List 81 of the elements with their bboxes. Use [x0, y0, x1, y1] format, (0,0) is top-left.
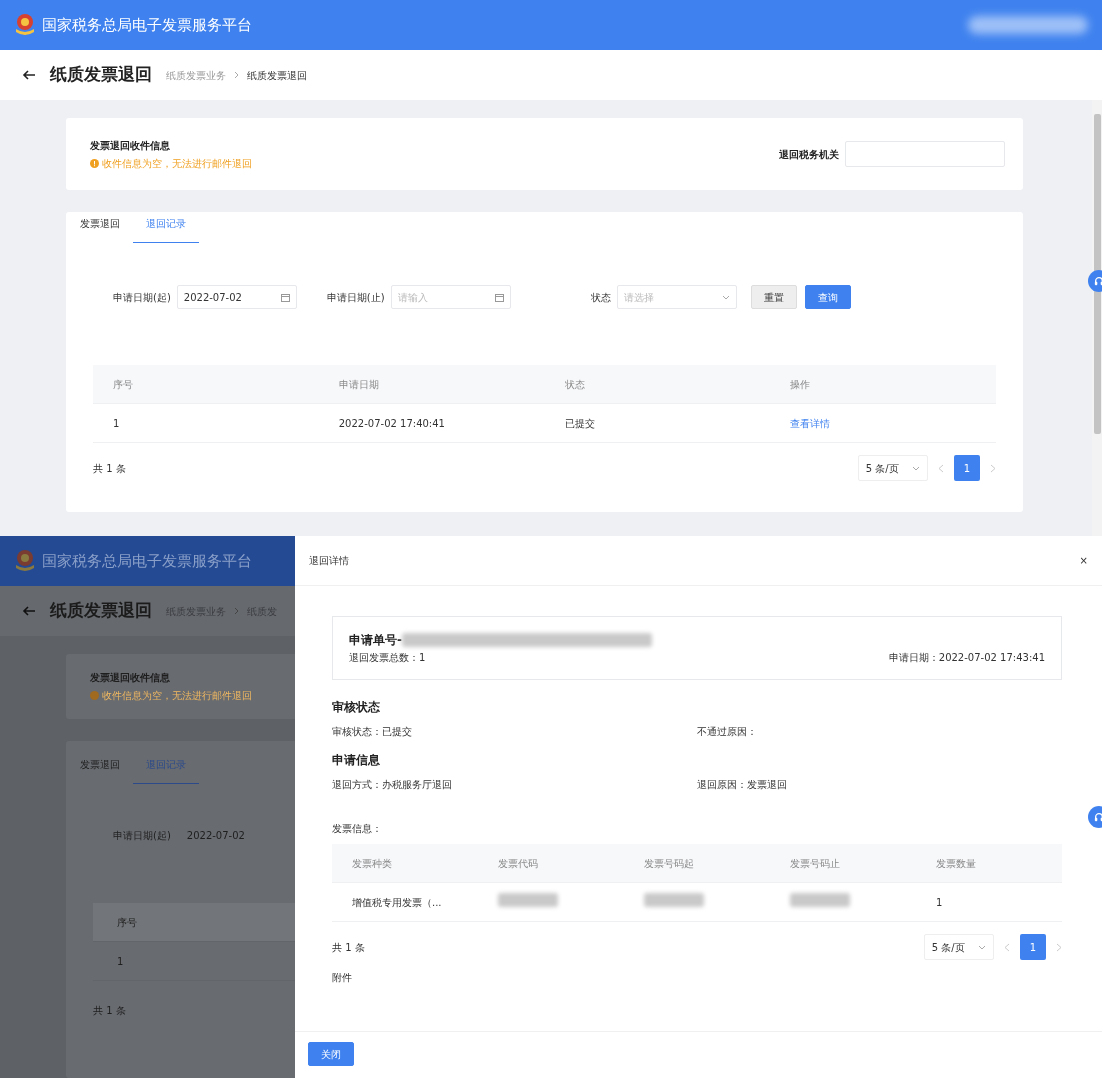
caret-icon	[721, 294, 730, 300]
warning-message: 收件信息为空，无法进行邮件退回	[102, 156, 252, 171]
search-button[interactable]: 查询	[804, 285, 851, 309]
section-label: 发票信息：	[332, 822, 383, 836]
headset-icon	[1094, 275, 1102, 287]
app-title: 国家税务总局电子发票服务平台	[42, 550, 252, 572]
chevron-right-icon	[234, 607, 239, 615]
total-count: 共 1 条	[332, 940, 365, 955]
table-cell-text: 1	[112, 416, 121, 431]
headset-icon	[1094, 811, 1102, 823]
app-title: 国家税务总局电子发票服务平台	[42, 14, 252, 36]
table-cell-text: 1	[116, 954, 124, 969]
table-cell-text: 2022-07-02 17:40:41	[337, 416, 446, 431]
status-select[interactable]: 请选择	[616, 285, 737, 309]
calendar-icon	[494, 292, 504, 302]
column-header: 操作	[789, 377, 812, 392]
breadcrumb-link[interactable]: 纸质发票业务	[166, 67, 226, 83]
column-header: 状态	[563, 377, 586, 392]
column-header: 发票数量	[935, 856, 977, 871]
application-number: 申请单号-	[349, 632, 402, 649]
close-button[interactable]: 关闭	[308, 1042, 354, 1066]
close-button[interactable]: ×	[1079, 553, 1088, 568]
tab[interactable]: 发票退回	[80, 212, 120, 243]
reset-button[interactable]: 重置	[750, 285, 797, 309]
card-title: 发票退回收件信息	[90, 671, 171, 685]
section-heading: 审核状态	[332, 699, 381, 716]
detail-field: 退回方式：办税服务厅退回	[332, 778, 452, 790]
detail-field: 审核状态：已提交	[332, 726, 412, 737]
tax-office-field[interactable]	[845, 141, 1005, 167]
emblem-icon	[14, 12, 36, 38]
back-arrow-icon	[22, 606, 36, 616]
date-value: 2022-07-02	[186, 829, 245, 843]
warning-message: 收件信息为空，无法进行邮件退回	[102, 689, 252, 703]
table-cell-text: 已提交	[563, 416, 596, 431]
filter-label: 申请日期(止)	[326, 290, 385, 305]
page-title: 纸质发票退回	[50, 63, 152, 87]
chevron-left-icon	[1004, 942, 1010, 952]
warning-icon	[90, 691, 99, 700]
emblem-icon	[14, 548, 36, 574]
column-header: 申请日期	[337, 377, 380, 392]
chevron-right-icon	[234, 71, 239, 79]
back-arrow-icon	[22, 70, 36, 80]
tab[interactable]: 发票退回	[80, 753, 120, 784]
invoice-count: 退回发票总数：1	[349, 651, 426, 665]
page-size-select[interactable]: 5 条/页	[924, 934, 994, 960]
section-heading: 申请信息	[332, 751, 381, 769]
tab[interactable]: 退回记录	[133, 212, 199, 243]
page-size-select[interactable]: 5 条/页	[858, 455, 928, 481]
caret-icon	[912, 465, 921, 471]
chevron-right-icon	[990, 463, 996, 473]
total-count: 共 1 条	[93, 1004, 127, 1018]
card-title: 发票退回收件信息	[90, 138, 171, 153]
filter-label: 申请日期(起)	[113, 290, 171, 305]
filter-label: 申请日期(起)	[113, 829, 171, 843]
detail-field: 退回原因：发票退回	[697, 778, 787, 790]
detail-field: 不通过原因：	[697, 726, 757, 737]
column-header: 发票种类	[351, 856, 393, 871]
chevron-left-icon	[938, 463, 944, 473]
caret-icon	[978, 944, 987, 950]
date-field[interactable]: 2022-07-02	[176, 285, 297, 309]
warning-icon	[90, 158, 99, 168]
date-field[interactable]: 请输入	[390, 285, 511, 309]
details-link[interactable]: 查看详情	[770, 415, 996, 431]
column-header: 序号	[112, 377, 134, 392]
page-title: 纸质发票退回	[50, 599, 152, 623]
chevron-right-icon	[1056, 942, 1062, 952]
table-cell-text: 增值税专用发票（...	[351, 895, 443, 910]
attachment-label: 附件	[332, 971, 353, 985]
application-date: 申请日期：2022-07-02 17:43:41	[888, 651, 1045, 665]
column-header: 发票号码止	[789, 856, 841, 871]
column-header: 发票代码	[497, 856, 539, 871]
page-button[interactable]: 1	[1020, 934, 1046, 960]
filter-label: 状态	[590, 290, 611, 305]
column-header: 发票号码起	[643, 856, 695, 871]
total-count: 共 1 条	[93, 461, 126, 476]
column-header: 序号	[116, 915, 137, 930]
calendar-icon	[280, 292, 290, 302]
field-label: 退回税务机关	[779, 147, 839, 162]
drawer-title: 退回详情	[309, 554, 349, 568]
page-button[interactable]: 1	[954, 455, 980, 481]
table-cell-text: 1	[935, 895, 944, 910]
